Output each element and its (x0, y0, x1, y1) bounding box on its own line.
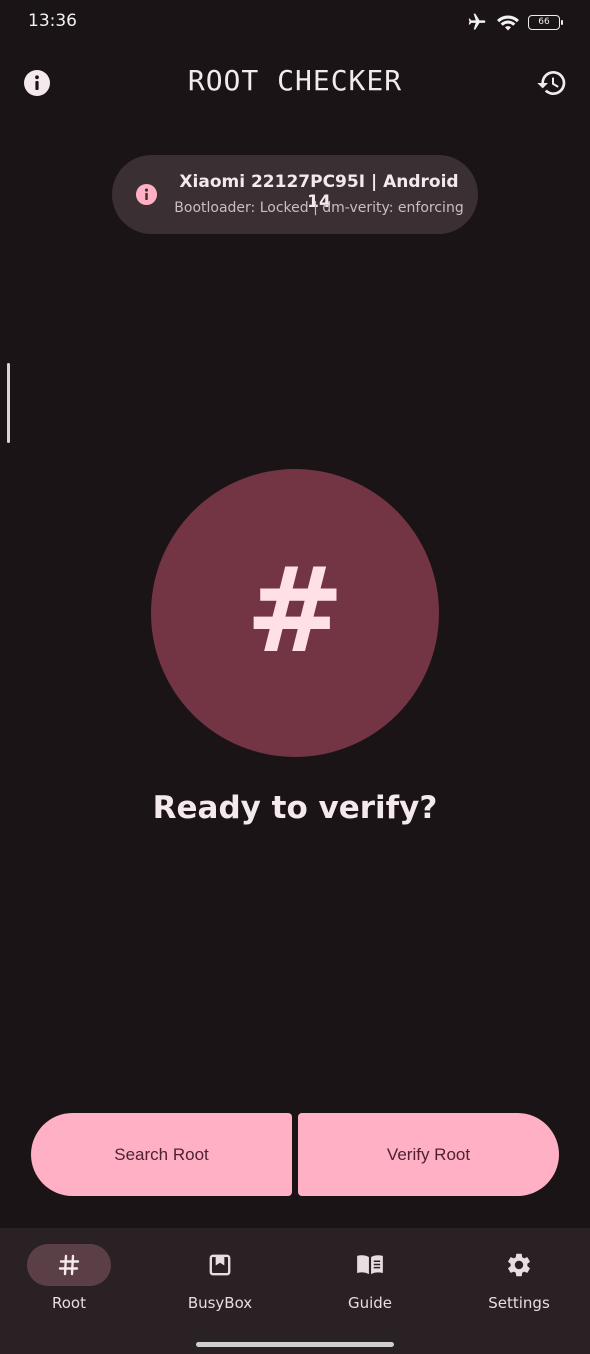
info-icon (135, 183, 158, 206)
hash-icon: # (245, 541, 345, 679)
root-checker-screen: 13:36 66 ROOT CHECKER Xiaomi 22127PC95I … (0, 0, 590, 1354)
gear-icon (508, 1253, 530, 1277)
wifi-icon (496, 12, 520, 32)
history-icon (537, 71, 566, 95)
device-status-detail: Bootloader: Locked | dm-verity: enforcin… (174, 200, 464, 216)
airplane-icon (466, 12, 488, 32)
bottom-navigation: Root BusyBox Guide Settings (0, 1228, 590, 1354)
ready-prompt: Ready to verify? (152, 790, 438, 826)
history-button[interactable] (536, 67, 568, 99)
book-icon (357, 1255, 383, 1275)
status-time: 13:36 (28, 11, 77, 31)
nav-item-root[interactable]: Root (9, 1244, 129, 1324)
nav-label: BusyBox (187, 1294, 253, 1312)
battery-icon: 66 (528, 14, 563, 30)
nav-item-settings[interactable]: Settings (459, 1244, 579, 1324)
nav-item-guide[interactable]: Guide (310, 1244, 430, 1324)
nav-label: Root (52, 1294, 86, 1312)
hash-icon (58, 1254, 80, 1276)
busybox-icon (209, 1254, 231, 1276)
status-icons: 66 (466, 10, 563, 34)
battery-level: 66 (538, 16, 550, 27)
top-app-bar: ROOT CHECKER (0, 56, 590, 108)
verify-root-button[interactable]: Verify Root (298, 1113, 559, 1196)
nav-label: Guide (347, 1294, 393, 1312)
nav-label: Settings (488, 1294, 550, 1312)
nav-active-indicator (27, 1244, 111, 1286)
search-root-button[interactable]: Search Root (31, 1113, 292, 1196)
home-indicator[interactable] (196, 1342, 394, 1347)
device-info-card: Xiaomi 22127PC95I | Android 14 Bootloade… (112, 155, 478, 234)
page-title: ROOT CHECKER (187, 64, 403, 97)
root-status-circle: # (151, 469, 439, 757)
nav-item-busybox[interactable]: BusyBox (160, 1244, 280, 1324)
scroll-indicator (7, 363, 10, 443)
status-bar: 13:36 66 (0, 0, 590, 44)
